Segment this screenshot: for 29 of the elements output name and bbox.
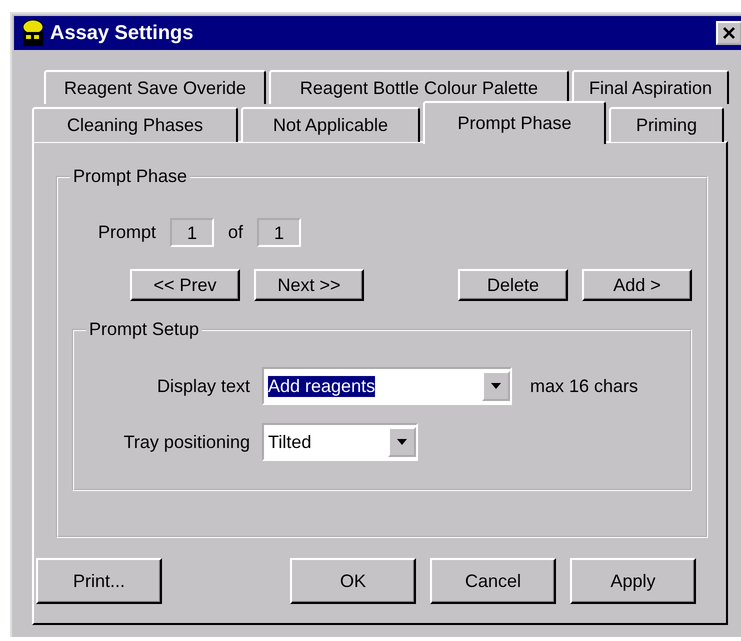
window-title: Assay Settings [50, 22, 194, 44]
dialog-button[interactable]: OK [290, 558, 416, 604]
total-prompts-field: 1 [257, 218, 302, 247]
group-title: Prompt Phase [70, 166, 190, 187]
tab[interactable]: Cleaning Phases [32, 107, 238, 142]
dialog-button[interactable]: Cancel [430, 558, 556, 604]
dialog-button[interactable]: Apply [570, 558, 696, 604]
current-prompt-field: 1 [170, 218, 214, 247]
dialog-button[interactable]: Print... [36, 558, 162, 604]
tab[interactable]: Reagent Bottle Colour Palette [269, 70, 569, 104]
tab[interactable]: Priming [609, 107, 724, 142]
tab[interactable]: Prompt Phase [423, 101, 606, 144]
edit-button[interactable]: Delete [458, 269, 568, 301]
tab[interactable]: Reagent Save Overide [44, 70, 266, 104]
close-button[interactable] [716, 21, 741, 45]
edit-button[interactable]: Add > [582, 269, 692, 301]
field-label: Display text [156, 376, 250, 396]
prompt-label: Prompt [98, 222, 156, 243]
tab[interactable]: Not Applicable [241, 107, 420, 142]
group-title: Prompt Setup [86, 319, 202, 340]
tab[interactable]: Final Aspiration [572, 70, 729, 104]
dropdown-field[interactable]: Tilted [262, 423, 418, 461]
of-label: of [228, 222, 244, 243]
nav-button[interactable]: << Prev [130, 269, 240, 301]
hint-text: max 16 chars [530, 376, 638, 396]
field-label: Tray positioning [122, 432, 250, 452]
close-icon [721, 25, 737, 41]
nav-button[interactable]: Next >> [254, 269, 364, 301]
dropdown-field[interactable]: Add reagents [262, 367, 512, 405]
